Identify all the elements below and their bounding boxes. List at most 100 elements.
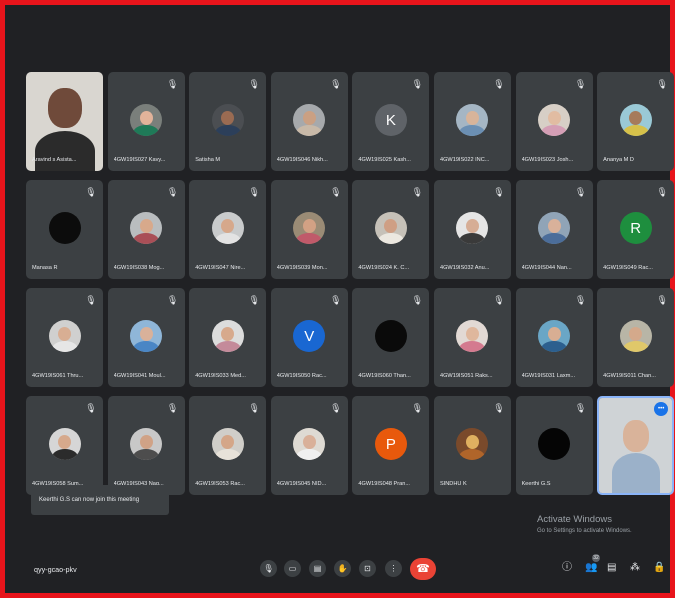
people-icon[interactable]: 👥 (585, 562, 597, 574)
present-button[interactable]: ⊡ (359, 560, 376, 577)
avatar (538, 104, 571, 136)
avatar (293, 428, 326, 460)
activities-icon[interactable]: ⁂ (630, 562, 640, 574)
participant-name: 4GW19IS027 Kavy... (113, 157, 166, 163)
avatar (130, 320, 163, 352)
participant-tile[interactable]: Aravind s Asista... (26, 72, 103, 171)
participant-tile[interactable]: 🎙 4GW19IS060 Than... (352, 288, 430, 387)
participant-tile[interactable]: 🎙 4GW19IS032 Anu... (433, 180, 511, 279)
mic-off-icon: 🎙 (656, 79, 668, 89)
participant-tile[interactable]: P 🎙 4GW19IS048 Pran... (352, 396, 430, 495)
participant-tile[interactable]: 🎙 4GW19IS043 Nag... (107, 396, 185, 495)
activate-windows-watermark: Activate Windows Go to Settings to activ… (537, 514, 632, 534)
participant-name: 4GW19IS060 Than... (358, 373, 411, 379)
participant-tile[interactable]: 🎙 4GW19IS041 Moul... (107, 288, 185, 387)
participant-tile[interactable]: 🎙 Ananya M D (597, 72, 675, 171)
avatar-letter: R (630, 219, 642, 237)
participant-tile[interactable]: 🎙 4GW19IS011 Chan... (597, 288, 675, 387)
mic-off-icon: 🎙 (166, 79, 179, 89)
participant-name: 4GW19IS024 K. C... (358, 265, 410, 271)
notification-toast: Keerthi G.S can now join this meeting (31, 485, 169, 515)
avatar (538, 212, 571, 244)
chat-icon[interactable]: ▤ (607, 562, 616, 574)
participant-tile[interactable]: 🎙 4GW19IS046 Nikh... (270, 72, 348, 171)
mic-off-icon: 🎙 (166, 403, 179, 413)
avatar (456, 212, 489, 244)
participant-tile[interactable]: 🎙 4GW19IS051 Raks... (433, 288, 511, 387)
camera-icon: ▭ (288, 564, 297, 573)
avatar: K (374, 104, 407, 136)
participant-name: 4GW19IS025 Kash... (358, 157, 411, 163)
mic-off-icon: 🎙 (330, 295, 342, 305)
mic-off-icon: 🎙 (248, 403, 260, 413)
avatar (48, 320, 81, 352)
participant-tile[interactable]: 🎙 4GW19IS038 Mog... (107, 180, 185, 279)
present-icon: ⊡ (364, 564, 371, 573)
participant-tile[interactable]: 🎙 4GW19IS023 Josh... (515, 72, 593, 171)
more-options-button[interactable]: ⋮ (385, 560, 402, 577)
participant-tile[interactable]: 🎙 Satisha M (189, 72, 267, 171)
activate-title: Activate Windows (537, 514, 612, 525)
participant-tile[interactable]: 🎙 4GW19IS027 Kavy... (107, 72, 185, 171)
participant-name: 4GW19IS046 Nikh... (276, 157, 328, 163)
participant-tile[interactable]: 🎙 4GW19IS045 NID... (270, 396, 348, 495)
captions-icon: ▤ (313, 564, 322, 573)
participant-name: 4GW19IS011 Chan... (603, 373, 656, 379)
avatar (130, 428, 163, 460)
avatar (619, 104, 652, 136)
participant-name: 4GW19IS039 Mon... (276, 265, 328, 271)
mic-off-icon: 🎙 (248, 187, 260, 197)
host-controls-icon[interactable]: 🔒 (653, 562, 665, 574)
participant-tile[interactable]: 🎙 4GW19IS039 Mon... (270, 180, 348, 279)
end-call-button[interactable]: ☎ (410, 558, 436, 580)
avatar (48, 212, 81, 244)
participant-tile[interactable]: 🎙 4GW19IS053 Rac... (189, 396, 267, 495)
participant-tile[interactable]: 🎙 4GW19IS022 INC... (433, 72, 511, 171)
participant-name: 4GW19IS041 Moul... (113, 373, 166, 379)
camera-button[interactable]: ▭ (284, 560, 301, 577)
participant-grid: Aravind s Asista... 🎙 4GW19IS027 Kavy... 🎙 S… (26, 72, 675, 495)
participant-name: 4GW19IS033 Med... (195, 373, 246, 379)
participant-tile[interactable]: R 🎙 4GW19IS049 Rac... (597, 180, 675, 279)
mic-off-icon: 🎙 (85, 403, 97, 413)
avatar (130, 104, 163, 136)
participant-tile[interactable]: 🎙 4GW19IS024 K. C... (352, 180, 430, 279)
participant-tile[interactable]: 🎙 SINDHU K (433, 396, 511, 495)
captions-button[interactable]: ▤ (309, 560, 326, 577)
avatar-letter: K (385, 111, 396, 129)
avatar: P (374, 428, 407, 460)
avatar: R (619, 212, 652, 244)
participant-tile[interactable]: 🎙 Keerthi G.S (515, 396, 593, 495)
participant-tile[interactable]: 🎙 Manasa R (26, 180, 103, 279)
avatar (130, 212, 163, 244)
mic-off-icon: 🎙 (574, 187, 587, 197)
participant-tile[interactable]: 🎙 4GW19IS031 Laxm... (515, 288, 593, 387)
participant-tile[interactable]: 🎙 4GW19IS033 Med... (189, 288, 267, 387)
participant-name: 4GW19IS061 Thru... (32, 373, 84, 379)
avatar (211, 104, 244, 136)
participant-tile[interactable]: ••• (597, 396, 675, 495)
participant-tile[interactable]: 🎙 4GW19IS061 Thru... (26, 288, 103, 387)
avatar (456, 428, 489, 460)
mic-off-icon: 🎙 (411, 187, 424, 197)
participant-tile[interactable]: V 🎙 4GW19IS050 Rac... (270, 288, 348, 387)
mic-off-icon: 🎙 (656, 187, 668, 197)
participant-tile[interactable]: 🎙 4GW19IS044 Nan... (515, 180, 593, 279)
avatar (619, 320, 652, 352)
participant-tile[interactable]: K 🎙 4GW19IS025 Kash... (352, 72, 430, 171)
more-options-icon: ⋮ (389, 564, 398, 573)
participant-name: 4GW19IS032 Anu... (439, 265, 490, 271)
participant-tile[interactable]: 🎙 4GW19IS058 Sum... (26, 396, 103, 495)
mic-off-icon: 🎙 (493, 403, 505, 413)
participant-name: 4GW19IS051 Raks... (439, 373, 493, 379)
avatar: V (293, 320, 326, 352)
meeting-details-icon[interactable]: ⓘ (562, 562, 572, 574)
participant-tile[interactable]: 🎙 4GW19IS047 Nire... (189, 180, 267, 279)
mic-off-icon: 🎙 (166, 295, 179, 305)
mic-button[interactable]: 🎙 (260, 560, 277, 577)
participant-name: Aravind s Asista... (32, 157, 77, 163)
participant-name: Satisha M (195, 157, 221, 163)
avatar-letter: P (385, 435, 396, 453)
raise-hand-button[interactable]: ✋ (334, 560, 351, 577)
participant-name: 4GW19IS049 Rac... (603, 265, 653, 271)
